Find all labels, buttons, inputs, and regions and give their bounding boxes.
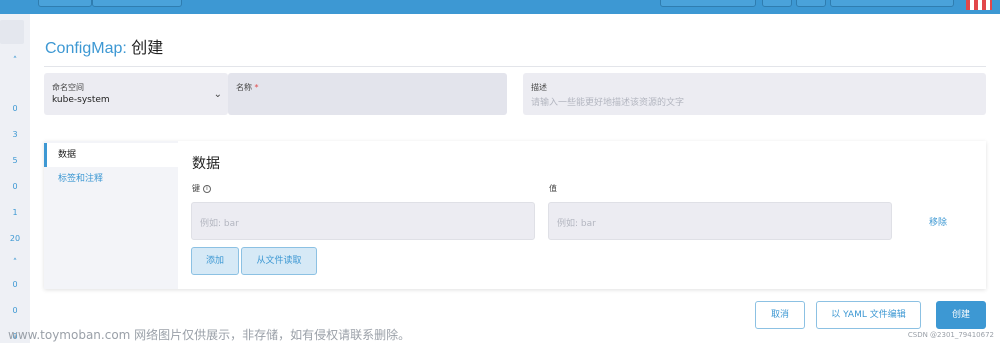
description-field[interactable]: 描述 请输入一些能更好地描述该资源的文字 <box>523 73 986 115</box>
user-menu-button[interactable] <box>830 0 954 7</box>
data-card: 数据 标签和注释 数据 键i 值 例如: bar 例如: bar 移除 添加 从… <box>44 141 986 289</box>
value-input[interactable]: 例如: bar <box>548 202 892 240</box>
chevron-down-icon: ⌄ <box>213 89 222 100</box>
value-input-placeholder: 例如: bar <box>557 219 596 229</box>
rail-count: 0 <box>12 306 18 315</box>
rail-count: 0 <box>12 104 18 113</box>
rail-count: 20 <box>9 234 21 243</box>
create-button[interactable]: 创建 <box>936 301 986 329</box>
page-action-title: 创建 <box>131 40 164 57</box>
rail-count: 0 <box>12 182 18 191</box>
description-input[interactable]: 请输入一些能更好地描述该资源的文字 <box>531 95 684 108</box>
main-panel: ConfigMap: 创建 命名空间 kube-system ⌄ 名称 * 描述… <box>30 14 1000 343</box>
name-field[interactable]: 名称 * <box>228 73 507 115</box>
edit-as-yaml-button[interactable]: 以 YAML 文件编辑 <box>816 301 921 329</box>
top-nav-button[interactable] <box>92 0 182 7</box>
info-icon[interactable]: i <box>203 184 211 193</box>
namespace-label: 命名空间 <box>52 83 84 92</box>
rail-count: 1 <box>12 208 18 217</box>
add-button[interactable]: 添加 <box>191 247 239 275</box>
rail-count: 0 <box>12 280 18 289</box>
top-bar <box>0 0 1000 14</box>
tab-labels-annotations[interactable]: 标签和注释 <box>44 167 178 191</box>
key-input-placeholder: 例如: bar <box>200 219 239 229</box>
name-label: 名称 * <box>236 83 259 92</box>
top-toolbar-button[interactable] <box>796 0 826 7</box>
key-input[interactable]: 例如: bar <box>191 202 535 240</box>
namespace-value: kube-system <box>52 95 110 105</box>
description-label: 描述 <box>531 83 547 92</box>
chevron-up-icon[interactable]: ˄ <box>0 56 30 66</box>
tab-data[interactable]: 数据 <box>44 143 178 167</box>
resource-type-link[interactable]: ConfigMap: <box>45 40 127 57</box>
language-flag-icon[interactable] <box>966 0 992 10</box>
left-rail: ˄ 0 3 5 0 1 20 ˄ 0 0 0 <box>0 14 30 343</box>
watermark-text: www.toymoban.com 网络图片仅供展示，非存储，如有侵权请联系删除。 <box>8 328 411 342</box>
credit-text: CSDN @2301_79410672 <box>907 331 994 339</box>
section-title: 数据 <box>192 156 220 172</box>
top-toolbar-button[interactable] <box>660 0 756 7</box>
required-mark: * <box>254 83 259 92</box>
key-column-label: 键i <box>192 183 211 194</box>
rail-collapse-button[interactable] <box>0 20 24 44</box>
page-title: ConfigMap: 创建 <box>45 34 163 58</box>
rail-count: 5 <box>12 156 18 165</box>
rail-count: 3 <box>12 130 18 139</box>
top-nav-button[interactable] <box>38 0 92 7</box>
cancel-button[interactable]: 取消 <box>755 301 805 329</box>
value-column-label: 值 <box>549 184 557 193</box>
chevron-up-icon[interactable]: ˄ <box>0 258 30 268</box>
top-toolbar-button[interactable] <box>762 0 792 7</box>
namespace-select[interactable]: 命名空间 kube-system ⌄ <box>44 73 228 115</box>
card-side-nav: 数据 标签和注释 <box>44 141 178 289</box>
divider <box>44 66 986 67</box>
read-from-file-button[interactable]: 从文件读取 <box>241 247 317 275</box>
remove-button[interactable]: 移除 <box>929 215 947 228</box>
